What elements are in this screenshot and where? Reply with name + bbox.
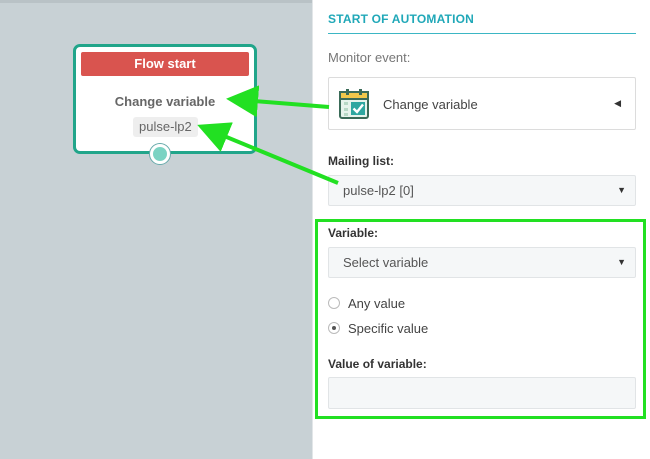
panel-title-divider	[328, 33, 636, 34]
variable-value: Select variable	[343, 255, 429, 270]
flow-start-node[interactable]: Flow start Change variable pulse-lp2	[73, 44, 257, 154]
mailing-list-select[interactable]: pulse-lp2 [0] ▼	[328, 175, 636, 206]
canvas-top-strip	[0, 0, 312, 3]
radio-specific-value[interactable]: Specific value	[328, 319, 428, 337]
radio-label: Any value	[348, 295, 406, 311]
caret-down-icon: ▼	[617, 185, 626, 195]
settings-panel: START OF AUTOMATION Monitor event: Chang…	[312, 0, 650, 459]
node-header: Flow start	[81, 52, 249, 76]
radio-button[interactable]	[328, 322, 340, 334]
radio-any-value[interactable]: Any value	[328, 294, 405, 312]
variable-label: Variable:	[328, 226, 379, 240]
node-title: Change variable	[114, 94, 216, 109]
node-tag: pulse-lp2	[133, 117, 198, 137]
value-of-variable-label: Value of variable:	[328, 357, 427, 371]
caret-down-icon: ▼	[617, 257, 626, 267]
value-of-variable-input[interactable]	[328, 377, 636, 409]
mailing-list-label: Mailing list:	[328, 154, 394, 168]
calendar-check-icon	[339, 89, 369, 119]
monitor-event-label: Monitor event:	[328, 50, 411, 65]
event-dropdown[interactable]: Change variable ◀	[328, 77, 636, 130]
event-label: Change variable	[383, 97, 478, 112]
radio-button[interactable]	[328, 297, 340, 309]
radio-label: Specific value	[348, 320, 429, 336]
variable-select[interactable]: Select variable ▼	[328, 247, 636, 278]
panel-title: START OF AUTOMATION	[328, 12, 475, 26]
caret-left-icon: ◀	[614, 98, 621, 108]
mailing-list-value: pulse-lp2 [0]	[343, 183, 414, 198]
flow-canvas[interactable]: Flow start Change variable pulse-lp2	[0, 0, 312, 459]
node-output-port[interactable]	[150, 144, 170, 164]
